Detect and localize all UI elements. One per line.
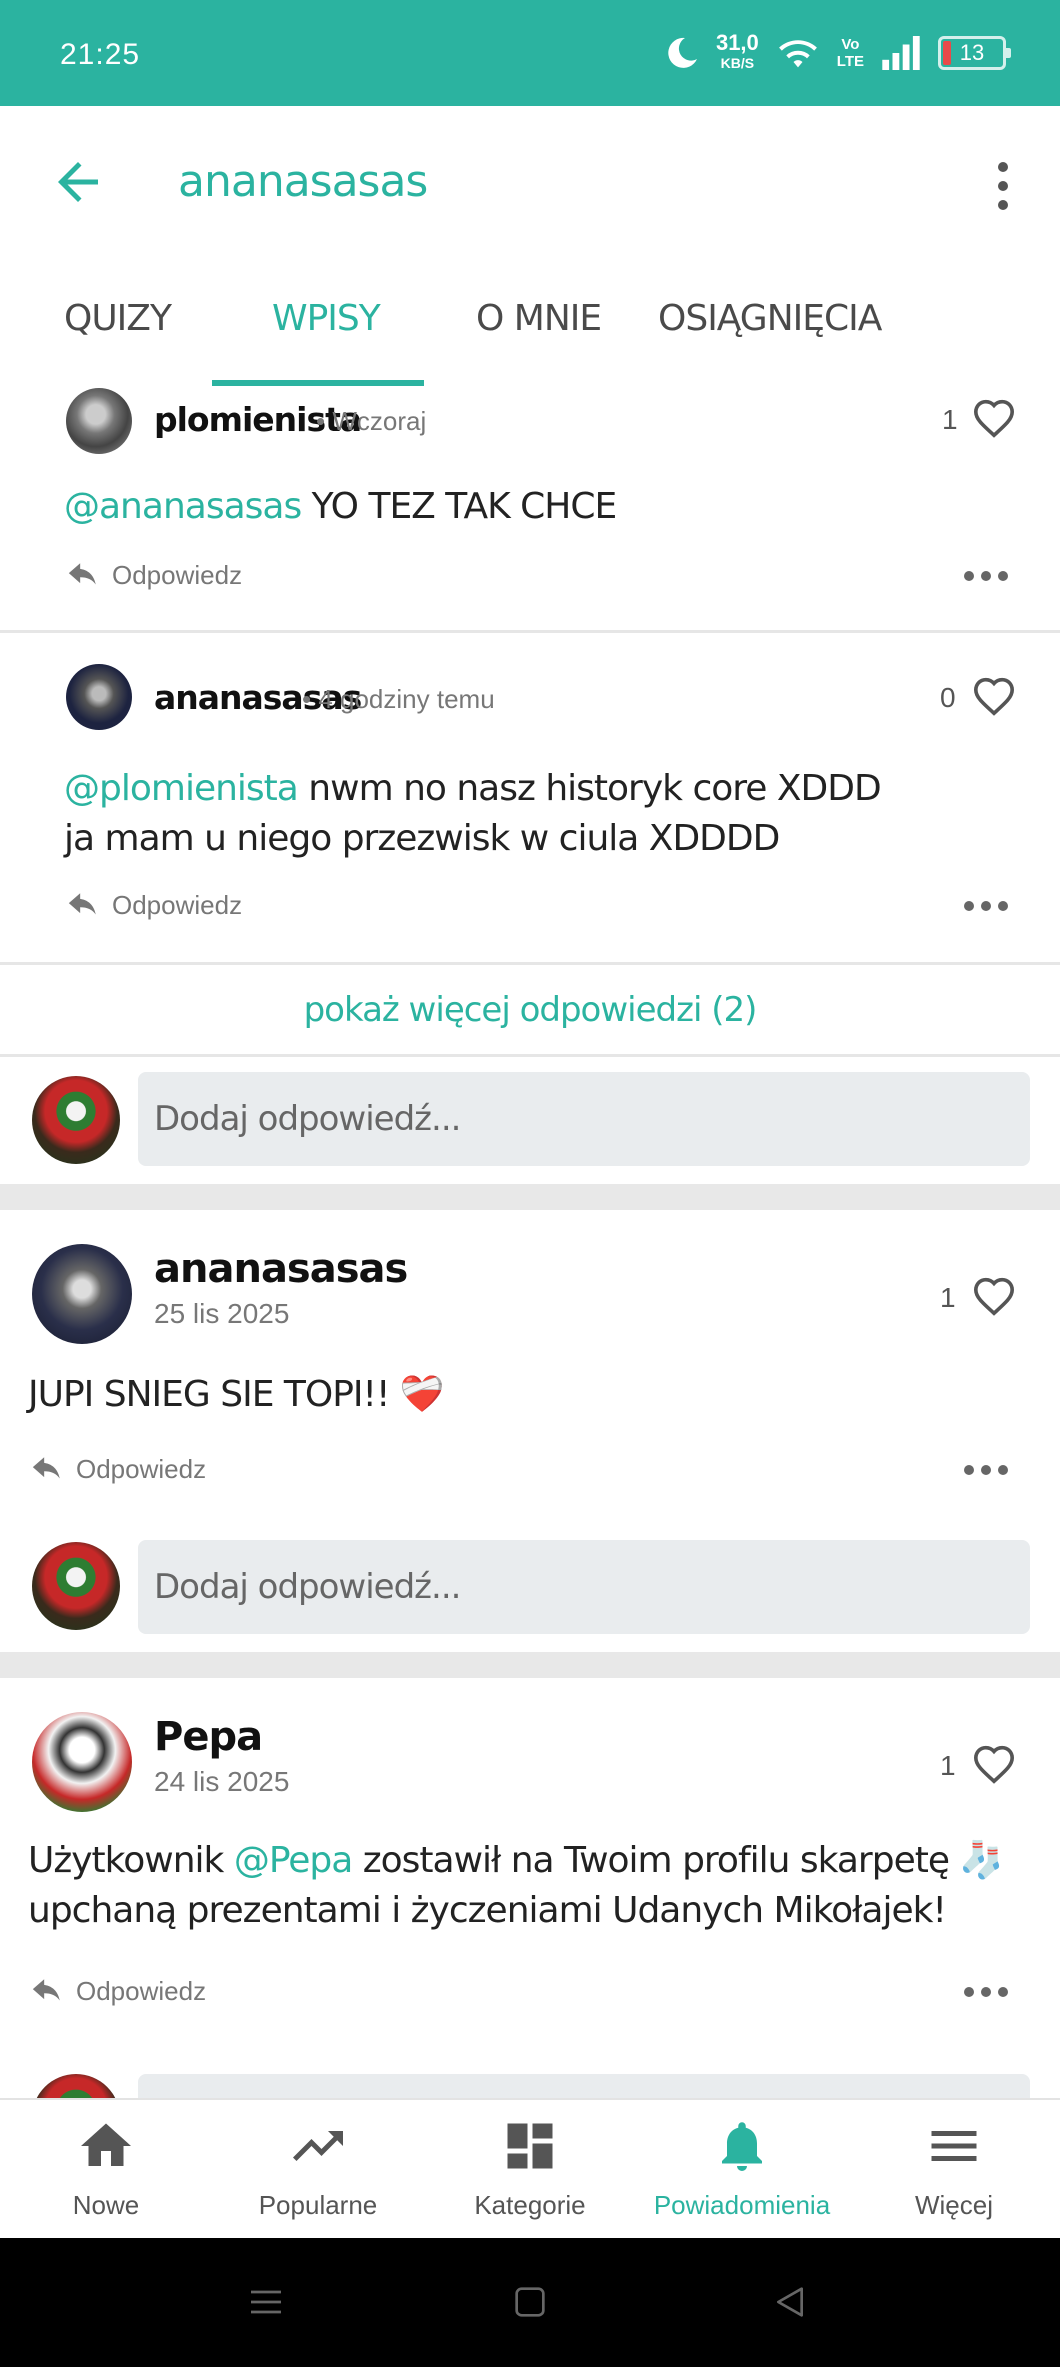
post-author[interactable]: ananasasas xyxy=(154,1246,408,1292)
status-time: 21:25 xyxy=(60,38,141,71)
nav-item-kategorie[interactable]: Kategorie xyxy=(424,2100,636,2240)
mention-link[interactable]: @Pepa xyxy=(234,1840,353,1881)
post-date: 25 lis 2025 xyxy=(154,1298,290,1329)
wifi-icon xyxy=(778,40,817,68)
nav-item-nowe[interactable]: Nowe xyxy=(0,2100,212,2240)
post-date: 24 lis 2025 xyxy=(154,1766,290,1797)
trending-icon xyxy=(293,2131,343,2161)
home-icon xyxy=(81,2123,131,2166)
reply-time: • Wczoraj xyxy=(316,406,427,436)
nav-label: Kategorie xyxy=(474,2190,586,2220)
mention-link[interactable]: @plomienista xyxy=(64,768,299,809)
heart-icon[interactable] xyxy=(972,676,1016,716)
reply-button[interactable]: Odpowiedz xyxy=(66,890,242,921)
bottom-navigation: Nowe Popularne Kategorie Powiadomienia W… xyxy=(0,2098,1060,2238)
like-count: 1 xyxy=(942,404,958,435)
more-options-button[interactable] xyxy=(964,1460,1008,1480)
moon-icon xyxy=(668,37,697,68)
home-button-icon[interactable] xyxy=(510,2282,550,2322)
feed[interactable]: plomienista • Wczoraj 1 @ananasasas YO T… xyxy=(0,388,1060,2098)
reply-item: ananasasas • 4 godziny temu 0 @plomienis… xyxy=(0,664,1060,954)
reply-text: @ananasasas YO TEZ TAK CHCE xyxy=(64,486,617,527)
status-icons: 31,0 KB/S Vo LTE 13 xyxy=(664,30,1011,74)
more-options-button[interactable] xyxy=(964,896,1008,916)
tab-o-mnie[interactable]: O MNIE xyxy=(476,298,602,339)
tab-wpisy[interactable]: WPISY xyxy=(272,298,381,339)
post-text: JUPI SNIEG SIE TOPI!! ❤️‍🩹 xyxy=(28,1374,445,1415)
add-reply-input[interactable] xyxy=(138,1072,1030,1166)
post-author[interactable]: Pepa xyxy=(154,1714,263,1760)
heart-icon[interactable] xyxy=(972,398,1016,438)
post-item: Pepa 24 lis 2025 1 Użytkownik @Pepa zost… xyxy=(0,1704,1060,2098)
reply-button[interactable]: Odpowiedz xyxy=(66,560,242,591)
divider xyxy=(0,630,1060,633)
mention-link[interactable]: @ananasasas xyxy=(64,486,302,527)
profile-tabs: QUIZY WPISY O MNIE OSIĄGNIĘCIA xyxy=(0,258,1060,388)
tab-osiagniecia[interactable]: OSIĄGNIĘCIA xyxy=(658,298,882,339)
status-bar: 21:25 31,0 KB/S Vo LTE 13 xyxy=(0,0,1060,106)
dashboard-icon xyxy=(507,2123,553,2169)
more-options-button[interactable] xyxy=(964,1982,1008,2002)
reply-label: Odpowiedz xyxy=(76,1454,207,1484)
app-bar: ananasasas xyxy=(0,106,1060,258)
more-options-button[interactable] xyxy=(964,566,1008,586)
menu-icon xyxy=(931,2131,977,2161)
page-title: ananasasas xyxy=(178,156,428,207)
nav-item-wiecej[interactable]: Więcej xyxy=(848,2100,1060,2240)
reply-label: Odpowiedz xyxy=(76,1976,207,2006)
reply-label: Odpowiedz xyxy=(112,560,243,590)
reply-icon xyxy=(32,1456,60,1478)
nav-label: Powiadomienia xyxy=(653,2190,831,2220)
like-count: 1 xyxy=(940,1282,956,1313)
system-navigation-bar xyxy=(0,2238,1060,2367)
reply-icon xyxy=(68,892,96,914)
back-button[interactable] xyxy=(48,152,118,222)
avatar[interactable] xyxy=(32,1244,132,1344)
nav-label: Popularne xyxy=(258,2190,378,2220)
reply-button[interactable]: Odpowiedz xyxy=(30,1976,206,2007)
reply-button[interactable]: Odpowiedz xyxy=(30,1454,206,1485)
reply-label: Odpowiedz xyxy=(112,890,243,920)
avatar[interactable] xyxy=(66,388,132,454)
reply-icon xyxy=(32,1978,60,2000)
arrow-back-icon xyxy=(58,162,98,202)
battery-icon: 13 xyxy=(938,36,1011,70)
add-reply-input[interactable] xyxy=(138,2074,1030,2098)
reply-time: • 4 godziny temu xyxy=(302,684,495,714)
nav-label: Nowe xyxy=(72,2190,140,2220)
nav-item-popularne[interactable]: Popularne xyxy=(212,2100,424,2240)
current-user-avatar xyxy=(32,2074,120,2098)
more-options-button[interactable] xyxy=(988,156,1018,216)
bell-icon xyxy=(722,2122,762,2171)
current-user-avatar xyxy=(32,1076,120,1164)
post-text: Użytkownik @Pepa zostawił na Twoim profi… xyxy=(28,1840,1004,1931)
heart-icon[interactable] xyxy=(972,1744,1016,1784)
back-nav-icon[interactable] xyxy=(770,2282,810,2322)
post-separator xyxy=(0,1652,1060,1678)
active-tab-indicator xyxy=(212,380,424,386)
tab-quizy[interactable]: QUIZY xyxy=(64,298,172,339)
like-count: 0 xyxy=(940,682,956,713)
heart-icon[interactable] xyxy=(972,1276,1016,1316)
add-reply-input[interactable] xyxy=(138,1540,1030,1634)
like-count: 1 xyxy=(940,1750,956,1781)
nav-label: Więcej xyxy=(914,2190,993,2220)
recent-apps-icon[interactable] xyxy=(246,2282,286,2322)
avatar[interactable] xyxy=(32,1712,132,1812)
divider xyxy=(0,962,1060,965)
reply-text: @plomienista nwm no nasz historyk core X… xyxy=(64,768,882,859)
reply-icon xyxy=(68,562,96,584)
nav-item-powiadomienia[interactable]: Powiadomienia xyxy=(636,2100,848,2240)
avatar[interactable] xyxy=(66,664,132,730)
post-separator xyxy=(0,1184,1060,1210)
post-item: ananasasas 25 lis 2025 1 JUPI SNIEG SIE … xyxy=(0,1236,1060,1656)
show-more-replies-link[interactable]: pokaż więcej odpowiedzi (2) xyxy=(0,990,1060,1030)
reply-item: plomienista • Wczoraj 1 @ananasasas YO T… xyxy=(0,388,1060,630)
signal-icon xyxy=(882,36,920,70)
network-speed: 31,0 KB/S xyxy=(715,30,759,72)
volte-indicator: Vo LTE xyxy=(836,36,864,70)
current-user-avatar xyxy=(32,1542,120,1630)
divider xyxy=(0,1054,1060,1057)
